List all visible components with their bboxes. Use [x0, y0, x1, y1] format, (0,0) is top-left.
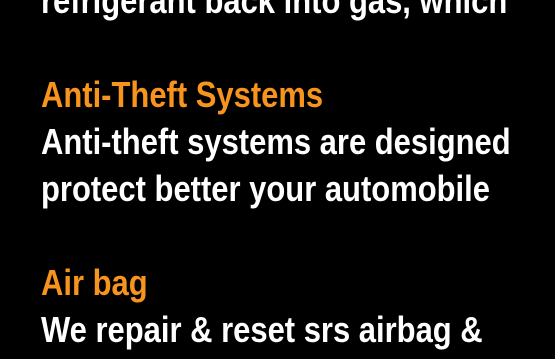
- intro-text-line: refrigerant back into gas, which: [41, 0, 508, 21]
- section-anti-theft: Anti-Theft Systems Anti-theft systems ar…: [41, 71, 511, 212]
- services-content: refrigerant back into gas, which Anti-Th…: [41, 0, 511, 353]
- airbag-heading: Air bag: [41, 262, 148, 303]
- anti-theft-text-line: Anti-theft systems are designed: [41, 121, 511, 162]
- section-airbag: Air bag We repair & reset srs airbag &: [41, 259, 511, 353]
- page-viewport: refrigerant back into gas, which Anti-Th…: [0, 0, 555, 359]
- anti-theft-heading: Anti-Theft Systems: [41, 74, 324, 115]
- airbag-text-line: We repair & reset srs airbag &: [41, 309, 483, 350]
- anti-theft-text-line: protect better your automobile: [41, 168, 490, 209]
